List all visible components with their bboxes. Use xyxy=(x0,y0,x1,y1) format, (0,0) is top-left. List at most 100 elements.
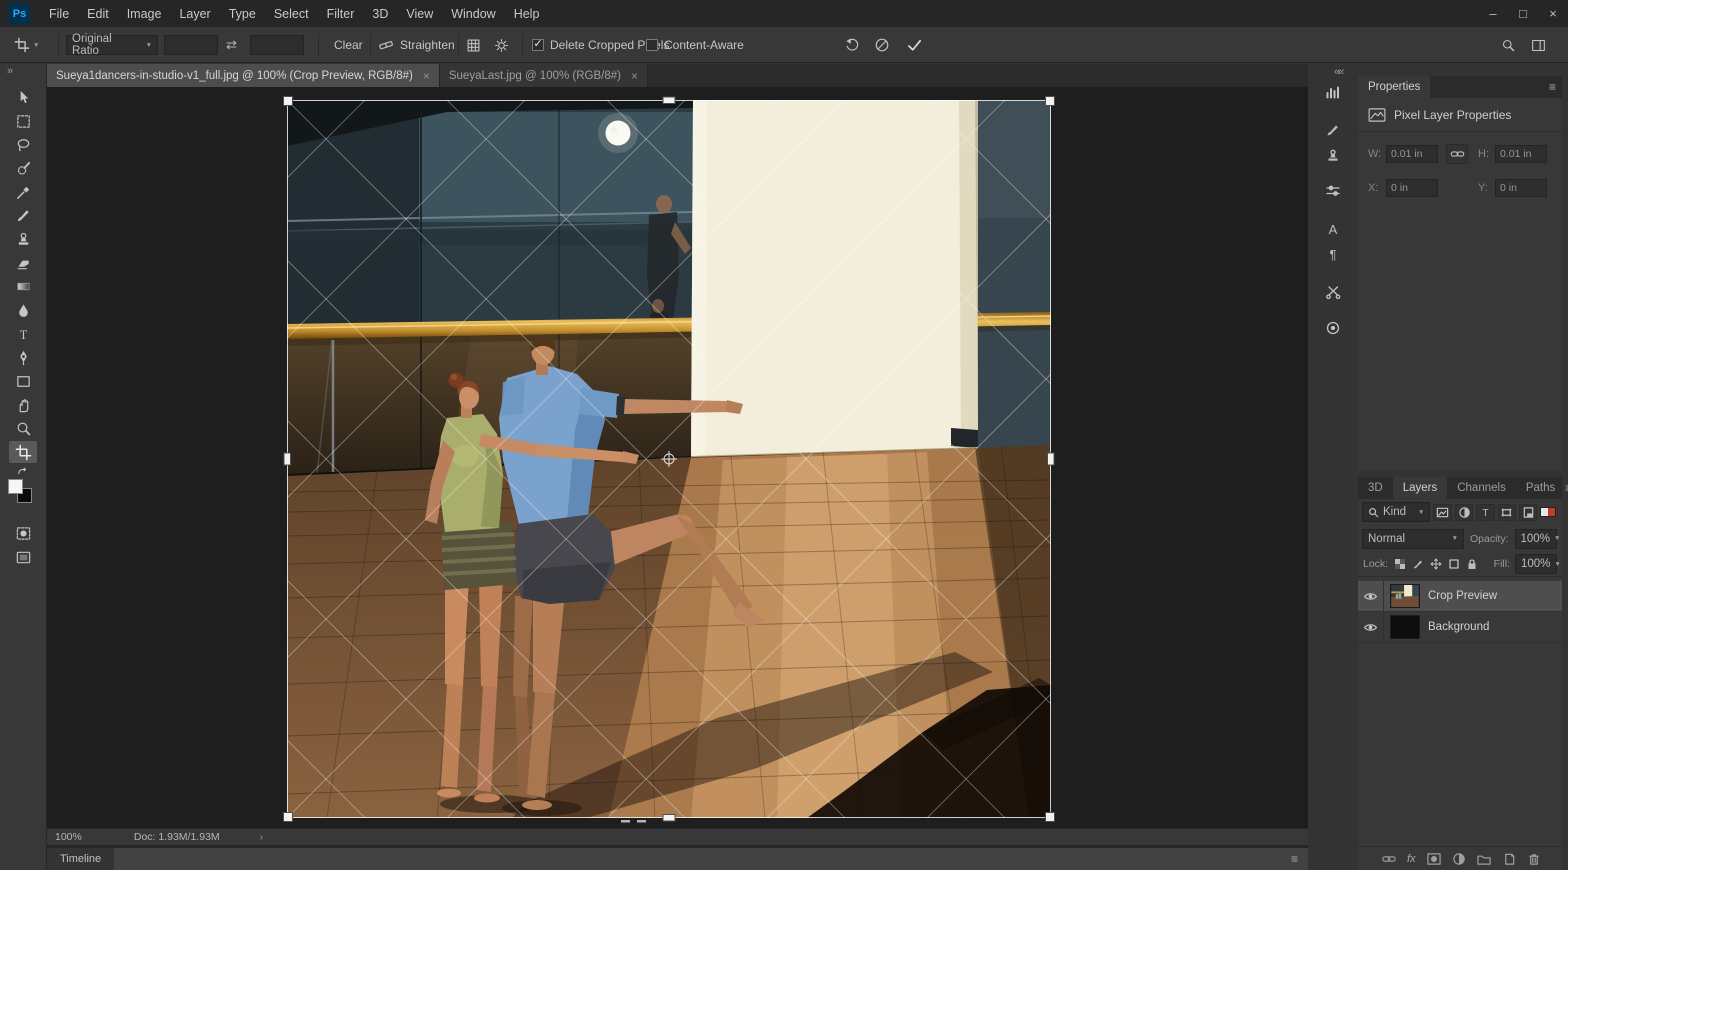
tool-move[interactable] xyxy=(9,86,37,108)
straighten-icon[interactable] xyxy=(378,27,394,63)
checkbox-icon[interactable]: ✓ xyxy=(646,39,658,51)
link-dimensions-icon[interactable] xyxy=(1446,144,1468,164)
navigator-panel-icon[interactable] xyxy=(1319,316,1347,340)
layer-row-background[interactable]: Background xyxy=(1358,612,1562,643)
menu-help[interactable]: Help xyxy=(505,0,549,27)
actions-panel-icon[interactable] xyxy=(1319,280,1347,304)
crop-preview-artboard[interactable] xyxy=(287,100,1051,818)
filter-adjustment-layers-icon[interactable] xyxy=(1455,504,1473,521)
tool-preset-button[interactable]: ▼ xyxy=(14,27,39,63)
delete-layer-trash-icon[interactable] xyxy=(1527,852,1541,866)
canvas-area[interactable] xyxy=(47,87,1308,828)
link-layers-icon[interactable] xyxy=(1382,852,1396,866)
new-group-folder-icon[interactable] xyxy=(1477,852,1491,866)
tool-hand[interactable] xyxy=(9,394,37,416)
quick-mask-icon[interactable] xyxy=(9,522,37,544)
tab-3d[interactable]: 3D xyxy=(1358,477,1393,499)
content-aware-checkbox[interactable]: ✓ Content-Aware xyxy=(646,27,744,63)
menu-type[interactable]: Type xyxy=(220,0,265,27)
panel-menu-icon[interactable]: ≡ xyxy=(1549,80,1556,94)
y-input[interactable]: 0 in xyxy=(1495,179,1547,197)
tab-paths[interactable]: Paths xyxy=(1516,477,1565,499)
foreground-color-swatch[interactable] xyxy=(8,479,23,494)
close-button[interactable]: × xyxy=(1538,0,1568,27)
panel-menu-icon[interactable]: ≡ xyxy=(1565,481,1568,495)
layer-filter-toggle[interactable] xyxy=(1540,507,1556,517)
menu-file[interactable]: File xyxy=(40,0,78,27)
visibility-eye-icon[interactable] xyxy=(1358,612,1384,642)
aspect-ratio-select[interactable]: Original Ratio ▼ xyxy=(66,27,158,63)
commit-crop-icon[interactable] xyxy=(906,27,923,63)
tab-layers[interactable]: Layers xyxy=(1393,477,1448,499)
layer-thumbnail[interactable] xyxy=(1390,584,1420,608)
adjustment-layer-icon[interactable] xyxy=(1452,852,1466,866)
menu-select[interactable]: Select xyxy=(265,0,318,27)
opacity-input[interactable]: 100% ▼ xyxy=(1515,529,1557,549)
blend-mode-select[interactable]: Normal ▼ xyxy=(1362,529,1464,549)
layer-thumbnail[interactable] xyxy=(1390,615,1420,639)
lock-all-icon[interactable] xyxy=(1466,557,1479,572)
tab-properties[interactable]: Properties xyxy=(1358,76,1430,98)
screen-mode-icon[interactable] xyxy=(9,546,37,568)
swap-colors-icon[interactable] xyxy=(9,465,37,479)
tool-blur[interactable] xyxy=(9,299,37,321)
character-panel-icon[interactable]: A xyxy=(1319,217,1347,241)
lock-pixels-icon[interactable] xyxy=(1411,557,1424,572)
height-input[interactable]: 0.01 in xyxy=(1495,145,1547,163)
tool-rectangle-shape[interactable] xyxy=(9,370,37,392)
menu-filter[interactable]: Filter xyxy=(318,0,364,27)
tool-pen[interactable] xyxy=(9,346,37,368)
width-input[interactable]: 0.01 in xyxy=(1386,145,1438,163)
adjustments-panel-icon[interactable] xyxy=(1319,179,1347,203)
layer-mask-icon[interactable] xyxy=(1427,852,1441,866)
workspace-switcher-icon[interactable] xyxy=(1531,27,1546,63)
menu-view[interactable]: View xyxy=(397,0,442,27)
tool-eyedropper[interactable] xyxy=(9,181,37,203)
document-tab-active[interactable]: Sueya1dancers-in-studio-v1_full.jpg @ 10… xyxy=(47,64,440,87)
tool-zoom[interactable] xyxy=(9,417,37,439)
menu-layer[interactable]: Layer xyxy=(170,0,219,27)
lock-artboard-icon[interactable] xyxy=(1447,557,1460,572)
menu-image[interactable]: Image xyxy=(118,0,171,27)
search-icon[interactable] xyxy=(1501,27,1516,63)
cancel-crop-icon[interactable] xyxy=(874,27,890,63)
clone-source-panel-icon[interactable] xyxy=(1319,144,1347,168)
close-tab-icon[interactable]: × xyxy=(631,69,638,83)
lock-position-icon[interactable] xyxy=(1429,557,1442,572)
straighten-label[interactable]: Straighten xyxy=(400,27,455,63)
tool-clone-stamp[interactable] xyxy=(9,228,37,250)
reset-crop-icon[interactable] xyxy=(844,27,860,63)
swap-width-height-icon[interactable]: ⇄ xyxy=(226,27,237,63)
tool-crop[interactable] xyxy=(9,441,37,463)
menu-3d[interactable]: 3D xyxy=(363,0,397,27)
tool-eraser[interactable] xyxy=(9,252,37,274)
visibility-eye-icon[interactable] xyxy=(1358,581,1384,611)
tool-type[interactable]: T xyxy=(9,323,37,345)
filter-type-layers-icon[interactable]: T xyxy=(1476,504,1494,521)
crop-ratio-height-input[interactable] xyxy=(250,27,304,63)
expand-tools-icon[interactable]: » xyxy=(7,65,13,77)
tool-brush[interactable] xyxy=(9,204,37,226)
checkbox-icon[interactable]: ✓ xyxy=(532,39,544,51)
close-tab-icon[interactable]: × xyxy=(423,69,430,83)
brush-settings-panel-icon[interactable] xyxy=(1319,118,1347,142)
minimize-button[interactable]: – xyxy=(1478,0,1508,27)
tool-quick-selection[interactable] xyxy=(9,157,37,179)
filter-pixel-layers-icon[interactable] xyxy=(1433,504,1451,521)
fill-input[interactable]: 100% ▼ xyxy=(1515,554,1557,574)
zoom-level[interactable]: 100% xyxy=(55,831,82,843)
layer-filter-select[interactable]: Kind ▼ xyxy=(1362,502,1430,522)
crop-settings-gear-icon[interactable] xyxy=(494,27,509,63)
x-input[interactable]: 0 in xyxy=(1386,179,1438,197)
filter-shape-layers-icon[interactable] xyxy=(1498,504,1516,521)
menu-window[interactable]: Window xyxy=(442,0,504,27)
timeline-tab[interactable]: Timeline xyxy=(47,848,114,870)
chevron-right-icon[interactable]: › xyxy=(260,831,264,843)
tool-gradient[interactable] xyxy=(9,275,37,297)
layer-row-crop-preview[interactable]: Crop Preview xyxy=(1358,581,1562,612)
histogram-panel-icon[interactable] xyxy=(1319,80,1347,104)
crop-ratio-width-input[interactable] xyxy=(164,27,218,63)
paragraph-panel-icon[interactable]: ¶ xyxy=(1319,242,1347,266)
tab-channels[interactable]: Channels xyxy=(1447,477,1516,499)
tool-rectangular-marquee[interactable] xyxy=(9,110,37,132)
